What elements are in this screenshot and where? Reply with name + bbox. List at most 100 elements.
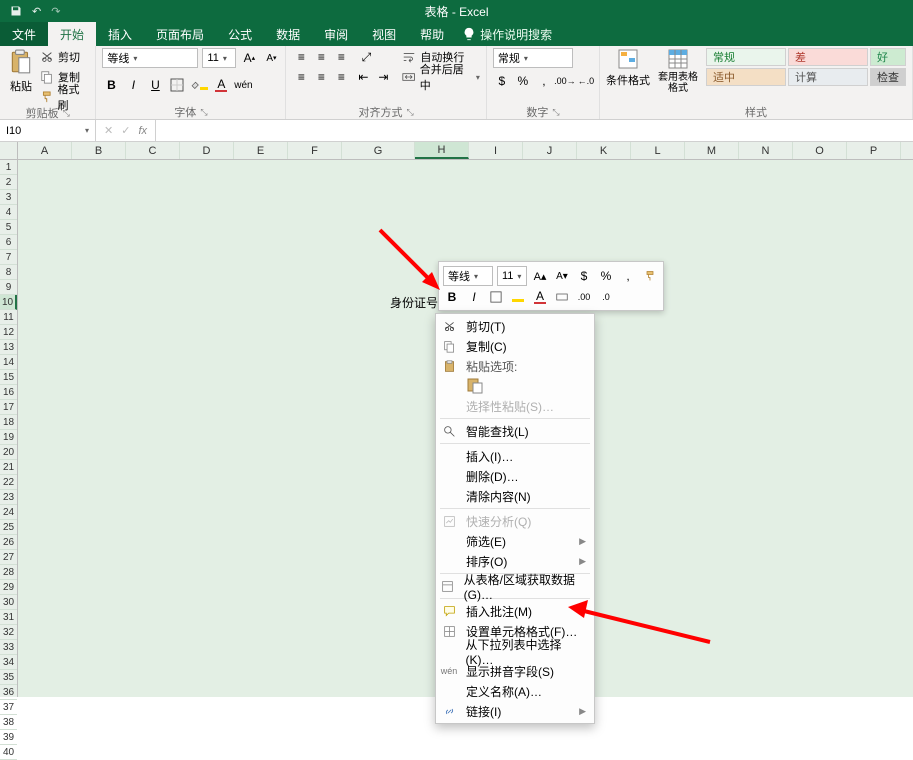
conditional-format-button[interactable]: 条件格式 [606, 48, 650, 88]
ctx-filter[interactable]: 筛选(E)▶ [436, 531, 594, 551]
mini-font-name[interactable]: 等线▾ [443, 266, 493, 286]
mini-bold[interactable]: B [443, 288, 461, 306]
mini-font-size[interactable]: 11▾ [497, 266, 527, 286]
accounting-format-icon[interactable]: $ [493, 72, 511, 90]
row-header-16[interactable]: 16 [0, 385, 17, 400]
style-bad[interactable]: 差 [788, 48, 868, 66]
underline-button[interactable]: U [146, 76, 164, 94]
row-header-5[interactable]: 5 [0, 220, 17, 235]
row-header-14[interactable]: 14 [0, 355, 17, 370]
row-header-24[interactable]: 24 [0, 505, 17, 520]
row-header-25[interactable]: 25 [0, 520, 17, 535]
orientation-button[interactable]: ⤢ [354, 48, 378, 66]
row-header-11[interactable]: 11 [0, 310, 17, 325]
dialog-launcher-icon[interactable]: ⤡ [407, 107, 414, 118]
tab-file[interactable]: 文件 [0, 22, 48, 46]
ctx-pick-from-list[interactable]: 从下拉列表中选择(K)… [436, 641, 594, 661]
mini-inc-dec-icon[interactable]: .00 [575, 288, 593, 306]
cut-button[interactable]: 剪切 [40, 48, 89, 66]
col-header-M[interactable]: M [685, 142, 739, 159]
ctx-cut[interactable]: 剪切(T) [436, 316, 594, 336]
col-header-I[interactable]: I [469, 142, 523, 159]
tab-insert[interactable]: 插入 [96, 22, 144, 46]
row-header-22[interactable]: 22 [0, 475, 17, 490]
mini-border-icon[interactable] [487, 288, 505, 306]
style-good[interactable]: 好 [870, 48, 906, 66]
decrease-decimal-icon[interactable]: ←.0 [577, 72, 595, 90]
col-header-K[interactable]: K [577, 142, 631, 159]
mini-merge-icon[interactable] [553, 288, 571, 306]
row-header-12[interactable]: 12 [0, 325, 17, 340]
enter-formula-icon[interactable]: ✓ [121, 124, 130, 137]
increase-indent-icon[interactable]: ⇥ [374, 68, 392, 86]
mini-shrink-font-icon[interactable]: A▾ [553, 267, 571, 285]
row-header-1[interactable]: 1 [0, 160, 17, 175]
col-header-N[interactable]: N [739, 142, 793, 159]
increase-decimal-icon[interactable]: .00→ [556, 72, 574, 90]
dialog-launcher-icon[interactable]: ⤡ [200, 107, 207, 118]
decrease-indent-icon[interactable]: ⇤ [354, 68, 372, 86]
mini-grow-font-icon[interactable]: A▴ [531, 267, 549, 285]
ctx-clear[interactable]: 清除内容(N) [436, 486, 594, 506]
col-header-B[interactable]: B [72, 142, 126, 159]
dialog-launcher-icon[interactable]: ⤡ [552, 107, 559, 118]
align-right-icon[interactable]: ≡ [332, 68, 350, 86]
mini-fill-color-icon[interactable] [509, 288, 527, 306]
col-header-P[interactable]: P [847, 142, 901, 159]
tab-help[interactable]: 帮助 [408, 22, 456, 46]
row-header-36[interactable]: 36 [0, 685, 17, 700]
col-header-F[interactable]: F [288, 142, 342, 159]
col-header-J[interactable]: J [523, 142, 577, 159]
row-header-18[interactable]: 18 [0, 415, 17, 430]
undo-icon[interactable]: ↶ [32, 5, 41, 18]
row-header-32[interactable]: 32 [0, 625, 17, 640]
col-header-C[interactable]: C [126, 142, 180, 159]
row-header-33[interactable]: 33 [0, 640, 17, 655]
row-header-17[interactable]: 17 [0, 400, 17, 415]
dialog-launcher-icon[interactable]: ⤡ [63, 108, 70, 119]
redo-icon[interactable]: ↷ [51, 5, 60, 18]
row-header-34[interactable]: 34 [0, 655, 17, 670]
mini-comma-icon[interactable]: , [619, 267, 637, 285]
col-header-L[interactable]: L [631, 142, 685, 159]
row-header-21[interactable]: 21 [0, 460, 17, 475]
row-header-2[interactable]: 2 [0, 175, 17, 190]
row-header-40[interactable]: 40 [0, 745, 17, 760]
row-header-37[interactable]: 37 [0, 700, 17, 715]
italic-button[interactable]: I [124, 76, 142, 94]
tab-view[interactable]: 视图 [360, 22, 408, 46]
ctx-insert-comment[interactable]: 插入批注(M) [436, 601, 594, 621]
select-all-corner[interactable] [0, 142, 18, 159]
row-header-15[interactable]: 15 [0, 370, 17, 385]
align-bottom-icon[interactable]: ≡ [332, 48, 350, 66]
row-header-20[interactable]: 20 [0, 445, 17, 460]
style-check[interactable]: 检查 [870, 68, 906, 86]
align-middle-icon[interactable]: ≡ [312, 48, 330, 66]
style-calc[interactable]: 计算 [788, 68, 868, 86]
increase-font-icon[interactable]: A▴ [240, 49, 258, 67]
mini-dec-dec-icon[interactable]: .0 [597, 288, 615, 306]
row-header-19[interactable]: 19 [0, 430, 17, 445]
row-header-29[interactable]: 29 [0, 580, 17, 595]
fill-color-button[interactable] [190, 76, 208, 94]
col-header-D[interactable]: D [180, 142, 234, 159]
comma-format-icon[interactable]: , [535, 72, 553, 90]
row-header-26[interactable]: 26 [0, 535, 17, 550]
ctx-paste-option-default[interactable] [436, 376, 594, 396]
align-center-icon[interactable]: ≡ [312, 68, 330, 86]
ctx-delete[interactable]: 删除(D)… [436, 466, 594, 486]
font-size-combo[interactable]: 11▾ [202, 48, 236, 68]
row-header-13[interactable]: 13 [0, 340, 17, 355]
ctx-link[interactable]: 链接(I)▶ [436, 701, 594, 721]
font-name-combo[interactable]: 等线▾ [102, 48, 198, 68]
row-header-3[interactable]: 3 [0, 190, 17, 205]
row-header-38[interactable]: 38 [0, 715, 17, 730]
mini-accounting-icon[interactable]: $ [575, 267, 593, 285]
row-header-4[interactable]: 4 [0, 205, 17, 220]
row-header-39[interactable]: 39 [0, 730, 17, 745]
col-header-O[interactable]: O [793, 142, 847, 159]
paste-button[interactable]: 粘贴 [6, 48, 36, 94]
mini-format-painter-icon[interactable] [641, 267, 659, 285]
border-button[interactable] [168, 76, 186, 94]
mini-italic[interactable]: I [465, 288, 483, 306]
